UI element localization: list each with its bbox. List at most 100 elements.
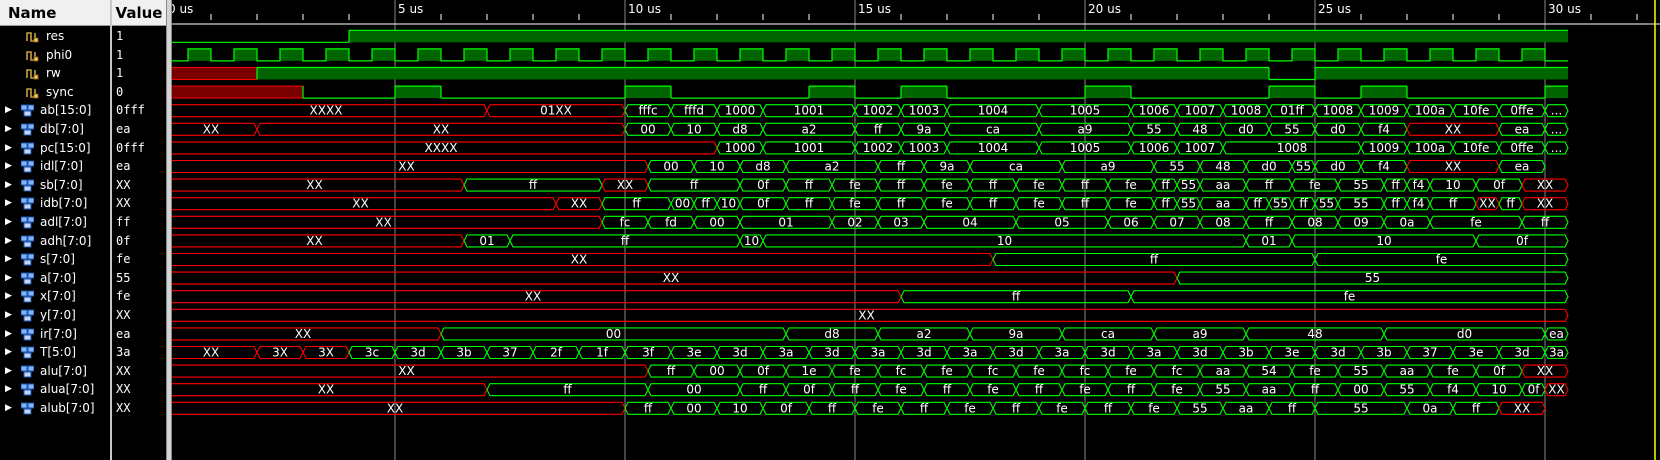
bus-segment-value: d0 bbox=[1238, 122, 1253, 136]
expand-arrow-icon[interactable]: ▶ bbox=[5, 232, 12, 251]
bus-segment-value: aa bbox=[1216, 178, 1231, 192]
clock-high-fill bbox=[924, 48, 947, 61]
signal-row-idb[interactable]: ▶ idb[7:0] bbox=[0, 194, 110, 213]
signal-row-idl[interactable]: ▶ idl[7:0] bbox=[0, 157, 110, 176]
expand-arrow-icon[interactable]: ▶ bbox=[5, 269, 12, 288]
bus-segment-value: 55 bbox=[1399, 383, 1414, 397]
bus-segment-value: ff bbox=[897, 197, 906, 211]
bit-high-fill bbox=[1315, 67, 1568, 80]
signal-row-alu[interactable]: ▶ alu[7:0] bbox=[0, 362, 110, 381]
bus-segment-value: 05 bbox=[1054, 215, 1069, 229]
column-splitter[interactable] bbox=[110, 0, 112, 460]
bus-segment-value: ff bbox=[1541, 215, 1550, 229]
clock-high-fill bbox=[970, 48, 993, 61]
signal-value: XX bbox=[116, 363, 131, 378]
bus-segment-value: 3d bbox=[1330, 346, 1345, 360]
signal-name-label: alua[7:0] bbox=[40, 382, 95, 397]
bus-segment-value: ff bbox=[632, 197, 641, 211]
bus-segment-value: f4 bbox=[1378, 160, 1390, 174]
bus-segment-value: fe bbox=[1344, 290, 1356, 304]
signal-row-adl[interactable]: ▶ adl[7:0] bbox=[0, 213, 110, 232]
expand-arrow-icon[interactable]: ▶ bbox=[5, 380, 12, 399]
bus-segment-value: f4 bbox=[1447, 383, 1459, 397]
waveform-canvas[interactable]: 0 us5 us10 us15 us20 us25 us30 usXXXX01X… bbox=[172, 0, 1660, 460]
bit-high-fill bbox=[1361, 86, 1407, 99]
bus-segment-value: ff bbox=[1299, 197, 1308, 211]
bus-segment-value: f4 bbox=[1378, 122, 1390, 136]
bus-segment-value: 3d bbox=[1192, 346, 1207, 360]
expand-arrow-icon[interactable]: ▶ bbox=[5, 194, 12, 213]
signal-name-label: sync bbox=[46, 84, 74, 99]
expand-arrow-icon[interactable]: ▶ bbox=[5, 399, 12, 418]
bus-segment-value: 0ffe bbox=[1510, 104, 1533, 118]
bit-high-fill bbox=[625, 86, 671, 99]
signal-row-alua[interactable]: ▶ alua[7:0] bbox=[0, 380, 110, 399]
signal-row-ab[interactable]: ▶ ab[15:0] bbox=[0, 101, 110, 120]
bus-segment-value: 3d bbox=[916, 346, 931, 360]
signal-row-t[interactable]: ▶ T[5:0] bbox=[0, 343, 110, 362]
value-column-header[interactable]: Value bbox=[112, 0, 166, 26]
expand-arrow-icon[interactable]: ▶ bbox=[5, 213, 12, 232]
signal-row-rw[interactable]: rw bbox=[0, 64, 110, 83]
expand-arrow-icon[interactable]: ▶ bbox=[5, 176, 12, 195]
bus-segment-value: fe bbox=[1125, 364, 1137, 378]
bus-segment-value: 00 bbox=[686, 401, 701, 415]
signal-value: ea bbox=[116, 326, 131, 341]
expand-arrow-icon[interactable]: ▶ bbox=[5, 101, 12, 120]
bus-segment-value: 10 bbox=[1491, 383, 1506, 397]
signal-row-x[interactable]: ▶ x[7:0] bbox=[0, 287, 110, 306]
bus-segment-value: fc bbox=[896, 364, 907, 378]
signal-value: XX bbox=[116, 382, 131, 397]
clock-high-fill bbox=[832, 48, 855, 61]
expand-arrow-icon[interactable]: ▶ bbox=[5, 139, 12, 158]
bus-segment-value: a9 bbox=[1078, 122, 1093, 136]
bus-signal-icon bbox=[20, 235, 35, 248]
bus-segment-value: ff bbox=[1150, 253, 1159, 267]
bus-segment-value: XX bbox=[1537, 178, 1553, 192]
bus-signal-icon bbox=[20, 142, 35, 155]
bus-segment-value: XX bbox=[525, 290, 541, 304]
expand-arrow-icon[interactable]: ▶ bbox=[5, 287, 12, 306]
expand-arrow-icon[interactable]: ▶ bbox=[5, 157, 12, 176]
bus-segment-value: fe bbox=[1309, 178, 1321, 192]
signal-row-sb[interactable]: ▶ sb[7:0] bbox=[0, 176, 110, 195]
bus-segment-value: ff bbox=[874, 122, 883, 136]
signal-name-label: phi0 bbox=[46, 47, 73, 62]
signal-row-alub[interactable]: ▶ alub[7:0] bbox=[0, 399, 110, 418]
bus-segment-value: fe bbox=[849, 197, 861, 211]
signal-row-sync[interactable]: sync bbox=[0, 83, 110, 102]
bus-segment-value: 3e bbox=[1284, 346, 1299, 360]
signal-name-label: sb[7:0] bbox=[40, 177, 83, 192]
bus-segment-value: 1008 bbox=[1323, 104, 1354, 118]
expand-arrow-icon[interactable]: ▶ bbox=[5, 120, 12, 139]
bus-segment-value: a2 bbox=[917, 327, 932, 341]
bus-segment-value: 3c bbox=[365, 346, 379, 360]
expand-arrow-icon[interactable]: ▶ bbox=[5, 343, 12, 362]
signal-row-y[interactable]: ▶ y[7:0] bbox=[0, 306, 110, 325]
bus-segment-value: 04 bbox=[962, 215, 977, 229]
bus-segment-value: ff bbox=[701, 197, 710, 211]
bus-segment-value: 48 bbox=[1215, 160, 1230, 174]
bus-segment-value: XX bbox=[203, 346, 219, 360]
bus-segment-value: 3X bbox=[318, 346, 334, 360]
clock-high-fill bbox=[648, 48, 671, 61]
signal-row-res[interactable]: res bbox=[0, 27, 110, 46]
expand-arrow-icon[interactable]: ▶ bbox=[5, 325, 12, 344]
bit-high-fill bbox=[901, 86, 947, 99]
signal-row-s[interactable]: ▶ s[7:0] bbox=[0, 250, 110, 269]
bus-segment-value: fe bbox=[1436, 253, 1448, 267]
name-column-header[interactable]: Name bbox=[0, 0, 110, 26]
signal-row-phi0[interactable]: phi0 bbox=[0, 46, 110, 65]
signal-row-db[interactable]: ▶ db[7:0] bbox=[0, 120, 110, 139]
expand-arrow-icon[interactable]: ▶ bbox=[5, 306, 12, 325]
signal-row-adh[interactable]: ▶ adh[7:0] bbox=[0, 232, 110, 251]
expand-arrow-icon[interactable]: ▶ bbox=[5, 250, 12, 269]
signal-row-a[interactable]: ▶ a[7:0] bbox=[0, 269, 110, 288]
bus-segment-value: XX bbox=[387, 401, 403, 415]
expand-arrow-icon[interactable]: ▶ bbox=[5, 362, 12, 381]
bus-segment-value: fe bbox=[1079, 383, 1091, 397]
clock-high-fill bbox=[188, 48, 211, 61]
signal-row-ir[interactable]: ▶ ir[7:0] bbox=[0, 325, 110, 344]
bus-segment-value: 3a bbox=[1147, 346, 1162, 360]
signal-row-pc[interactable]: ▶ pc[15:0] bbox=[0, 139, 110, 158]
